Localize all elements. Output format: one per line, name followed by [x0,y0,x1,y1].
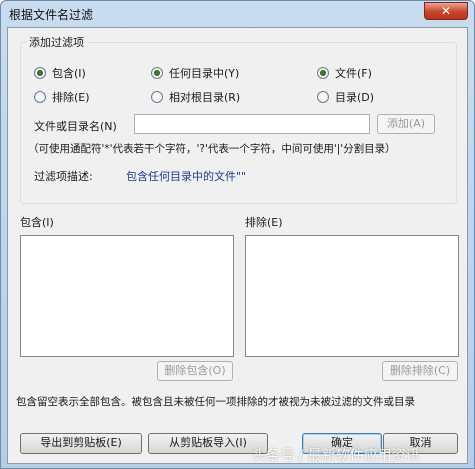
radio-any-directory[interactable]: 任何目录中(Y) [151,66,239,80]
radio-include[interactable]: 包含(I) [34,66,86,80]
name-input[interactable] [134,114,370,134]
include-list-label: 包含(I) [20,216,54,229]
exclude-list-label: 排除(E) [245,216,283,229]
filter-description-label: 过滤项描述: [34,170,93,183]
wildcard-hint: （可使用通配符'*'代表若干个字符，'?'代表一个字符，中间可使用'|'分割目录… [28,143,396,155]
close-icon: ✕ [440,4,452,18]
radio-directory-indicator [317,91,329,103]
radio-directory-label: 目录(D) [335,91,375,104]
radio-exclude-indicator [34,91,46,103]
footer-note: 包含留空表示全部包含。被包含且未被任何一项排除的才被视为未被过滤的文件或目录 [16,396,415,408]
export-clipboard-button[interactable]: 导出到剪贴板(E) [20,433,142,454]
title-bar[interactable]: 根据文件名过滤 ✕ [1,1,474,27]
radio-relative-root-label: 相对根目录(R) [169,91,241,104]
radio-exclude[interactable]: 排除(E) [34,90,90,104]
watermark-text: 头条号 / 最新软件应用资讯 [252,448,420,464]
remove-include-button[interactable]: 删除包含(O) [157,361,233,381]
dialog-client: 添加过滤项 包含(I) 任何目录中(Y) 文件(F) 排除(E) 相对根目录(R… [7,27,468,464]
add-filter-legend: 添加过滤项 [26,34,87,50]
include-list[interactable] [20,235,234,357]
name-field-label: 文件或目录名(N) [34,120,117,133]
dialog-window: 根据文件名过滤 ✕ 添加过滤项 包含(I) 任何目录中(Y) 文件(F) 排除(… [0,0,475,469]
radio-file-indicator [317,67,329,79]
radio-relative-root[interactable]: 相对根目录(R) [151,90,240,104]
exclude-list[interactable] [245,235,459,357]
radio-file[interactable]: 文件(F) [317,66,372,80]
filter-description-value: 包含任何目录中的文件"" [126,170,247,183]
radio-any-directory-label: 任何目录中(Y) [169,67,240,80]
import-clipboard-button[interactable]: 从剪贴板导入(I) [148,433,268,454]
radio-relative-root-indicator [151,91,163,103]
window-title: 根据文件名过滤 [9,8,94,22]
radio-include-label: 包含(I) [52,67,86,80]
remove-exclude-button[interactable]: 删除排除(C) [382,361,458,381]
radio-include-indicator [34,67,46,79]
radio-exclude-label: 排除(E) [52,91,90,104]
radio-file-label: 文件(F) [335,67,372,80]
close-button[interactable]: ✕ [424,2,468,20]
add-button[interactable]: 添加(A) [377,114,435,134]
radio-directory[interactable]: 目录(D) [317,90,374,104]
radio-any-directory-indicator [151,67,163,79]
